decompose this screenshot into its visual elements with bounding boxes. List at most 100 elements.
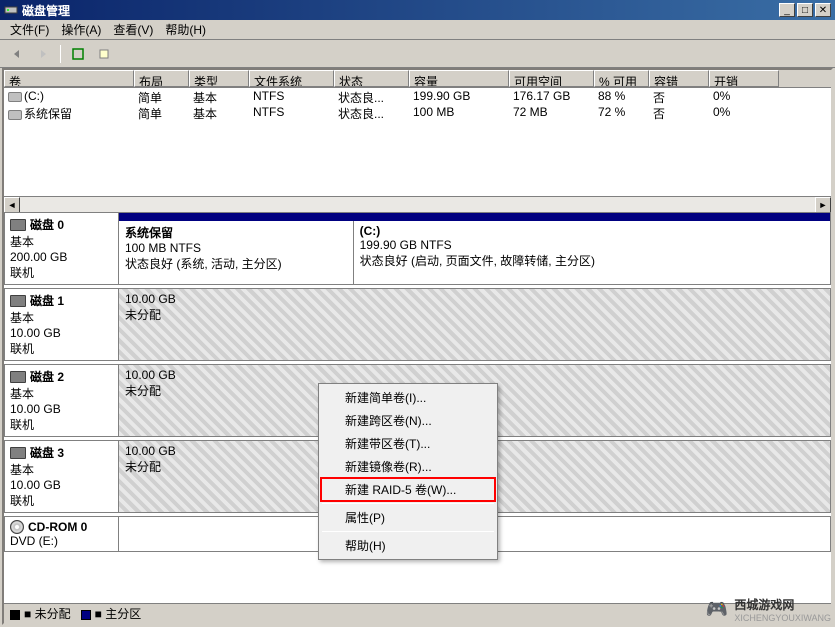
ctx-new-stripe[interactable]: 新建带区卷(T)...: [321, 432, 495, 455]
minimize-button[interactable]: _: [779, 3, 795, 17]
context-menu[interactable]: 新建简单卷(I)...新建跨区卷(N)...新建带区卷(T)...新建镜像卷(R…: [318, 383, 498, 560]
table-header: 卷布局类型文件系统状态容量可用空间% 可用容错开销: [4, 70, 831, 88]
maximize-button[interactable]: □: [797, 3, 813, 17]
partition[interactable]: 系统保留100 MB NTFS状态良好 (系统, 活动, 主分区): [119, 221, 354, 284]
column-header[interactable]: 容错: [649, 70, 709, 87]
ctx-new-simple[interactable]: 新建简单卷(I)...: [321, 386, 495, 409]
partition-info: 状态良好 (系统, 活动, 主分区): [125, 255, 347, 272]
disk-title: 磁盘 0: [30, 216, 64, 233]
table-row[interactable]: (C:)简单基本NTFS状态良...199.90 GB176.17 GB88 %…: [4, 88, 831, 104]
h-scrollbar[interactable]: ◄ ►: [4, 196, 831, 212]
disk-info: 联机: [10, 416, 113, 433]
table-row[interactable]: 系统保留简单基本NTFS状态良...100 MB72 MB72 %否0%: [4, 104, 831, 120]
column-header[interactable]: 容量: [409, 70, 509, 87]
column-header[interactable]: 卷: [4, 70, 134, 87]
disk-label-cdrom0[interactable]: CD-ROM 0DVD (E:): [4, 516, 119, 552]
partition-info: 10.00 GB: [125, 292, 824, 306]
scroll-left-button[interactable]: ◄: [4, 197, 20, 213]
table-cell: 199.90 GB: [409, 88, 509, 104]
disk-label-disk1[interactable]: 磁盘 1基本10.00 GB联机: [4, 288, 119, 361]
column-header[interactable]: 布局: [134, 70, 189, 87]
disk-label-disk0[interactable]: 磁盘 0基本200.00 GB联机: [4, 212, 119, 285]
column-header[interactable]: 可用空间: [509, 70, 594, 87]
disk-title: 磁盘 3: [30, 444, 64, 461]
column-header[interactable]: 开销: [709, 70, 779, 87]
titlebar: 磁盘管理 _ □ ✕: [0, 0, 835, 20]
menu-help[interactable]: 帮助(H): [159, 19, 212, 40]
partition[interactable]: (C:)199.90 GB NTFS状态良好 (启动, 页面文件, 故障转储, …: [354, 221, 830, 284]
partition-info: 未分配: [125, 306, 824, 323]
close-button[interactable]: ✕: [815, 3, 831, 17]
ctx-new-mirror[interactable]: 新建镜像卷(R)...: [321, 455, 495, 478]
ctx-new-raid5[interactable]: 新建 RAID-5 卷(W)...: [321, 478, 495, 501]
disk-label-disk2[interactable]: 磁盘 2基本10.00 GB联机: [4, 364, 119, 437]
table-cell: 88 %: [594, 88, 649, 104]
disk-icon: [10, 447, 26, 459]
scroll-right-button[interactable]: ►: [815, 197, 831, 213]
disk-icon: [10, 219, 26, 231]
disk-info: 基本: [10, 233, 113, 250]
table-cell: 状态良...: [334, 88, 409, 104]
help-button[interactable]: [93, 43, 115, 65]
disk-info: 10.00 GB: [10, 478, 113, 492]
disk-partitions-area: 10.00 GB未分配: [119, 288, 831, 361]
disk-label-disk3[interactable]: 磁盘 3基本10.00 GB联机: [4, 440, 119, 513]
watermark-sub: XICHENGYOUXIWANG: [734, 613, 831, 623]
refresh-button[interactable]: [67, 43, 89, 65]
menu-action[interactable]: 操作(A): [55, 19, 107, 40]
cdrom-icon: [10, 520, 24, 534]
disk-icon: [10, 371, 26, 383]
ctx-separator: [322, 503, 494, 504]
partition-name: (C:): [360, 224, 824, 238]
disk-info: 基本: [10, 461, 113, 478]
partition-info: 100 MB NTFS: [125, 241, 347, 255]
window-title: 磁盘管理: [22, 2, 779, 19]
column-header[interactable]: 状态: [334, 70, 409, 87]
unallocated-space[interactable]: 10.00 GB未分配: [119, 289, 830, 360]
disk-title: CD-ROM 0: [28, 520, 87, 534]
ctx-properties[interactable]: 属性(P): [321, 506, 495, 529]
back-button[interactable]: [6, 43, 28, 65]
column-header[interactable]: 文件系统: [249, 70, 334, 87]
disk-info: 基本: [10, 309, 113, 326]
table-cell: (C:): [4, 88, 134, 104]
table-cell: 100 MB: [409, 104, 509, 120]
toolbar: [0, 40, 835, 68]
table-cell: 基本: [189, 104, 249, 120]
disk-title: 磁盘 2: [30, 368, 64, 385]
disk-row: 磁盘 0基本200.00 GB联机系统保留100 MB NTFS状态良好 (系统…: [4, 212, 831, 285]
table-cell: 0%: [709, 104, 779, 120]
table-cell: 简单: [134, 88, 189, 104]
disk-info: 联机: [10, 264, 113, 281]
forward-button[interactable]: [32, 43, 54, 65]
ctx-new-span[interactable]: 新建跨区卷(N)...: [321, 409, 495, 432]
disk-info: 200.00 GB: [10, 250, 113, 264]
table-cell: NTFS: [249, 88, 334, 104]
disk-info: 联机: [10, 340, 113, 357]
table-cell: 72 MB: [509, 104, 594, 120]
column-header[interactable]: 类型: [189, 70, 249, 87]
menu-file[interactable]: 文件(F): [4, 19, 55, 40]
table-body[interactable]: (C:)简单基本NTFS状态良...199.90 GB176.17 GB88 %…: [4, 88, 831, 196]
partition-info: 状态良好 (启动, 页面文件, 故障转储, 主分区): [360, 252, 824, 269]
menu-view[interactable]: 查看(V): [107, 19, 159, 40]
column-header[interactable]: % 可用: [594, 70, 649, 87]
disk-partitions-area: 系统保留100 MB NTFS状态良好 (系统, 活动, 主分区)(C:)199…: [119, 212, 831, 285]
disk-title: 磁盘 1: [30, 292, 64, 309]
disk-info: DVD (E:): [10, 534, 113, 548]
ctx-separator: [322, 531, 494, 532]
legend-unallocated: ■ 未分配: [10, 605, 71, 622]
table-cell: 0%: [709, 88, 779, 104]
disk-info: 联机: [10, 492, 113, 509]
disk-info: 10.00 GB: [10, 326, 113, 340]
legend-primary: ■ 主分区: [81, 605, 142, 622]
partition-info: 10.00 GB: [125, 368, 824, 382]
table-cell: 72 %: [594, 104, 649, 120]
disk-row: 磁盘 1基本10.00 GB联机10.00 GB未分配: [4, 288, 831, 361]
table-cell: 176.17 GB: [509, 88, 594, 104]
app-icon: [4, 3, 18, 17]
ctx-help[interactable]: 帮助(H): [321, 534, 495, 557]
watermark-text: 西城游戏网: [734, 598, 794, 612]
scroll-track[interactable]: [20, 197, 815, 212]
table-cell: 系统保留: [4, 104, 134, 120]
